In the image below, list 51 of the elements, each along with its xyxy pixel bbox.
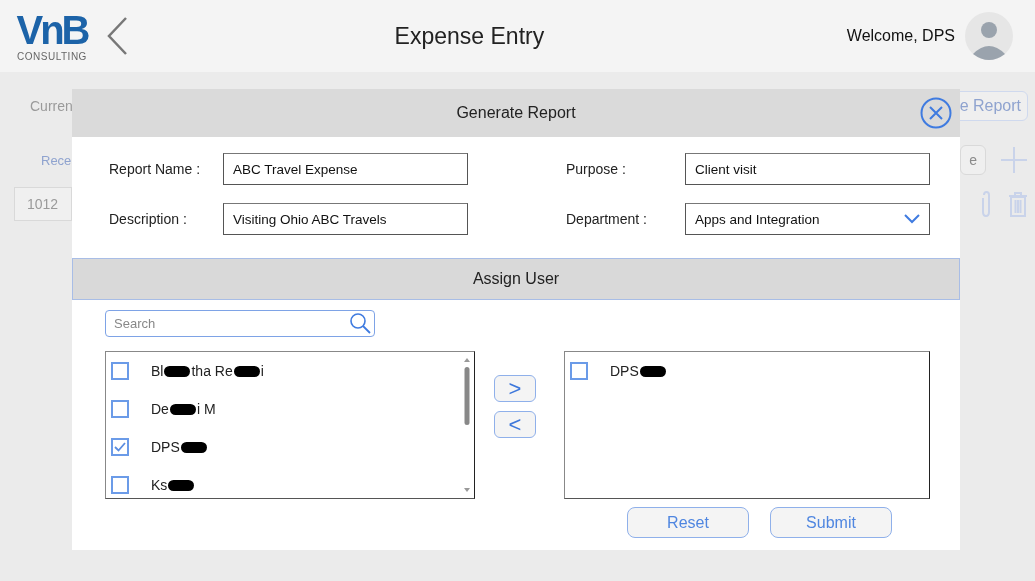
- back-icon[interactable]: [106, 16, 128, 56]
- redaction-mark: [233, 365, 260, 377]
- checkbox[interactable]: [111, 438, 129, 456]
- close-icon[interactable]: [920, 97, 952, 129]
- logo-subtitle: CONSULTING: [17, 51, 87, 62]
- move-button[interactable]: >: [494, 375, 536, 402]
- dropdown-value: Apps and Integration: [695, 211, 820, 227]
- dropdown[interactable]: Apps and Integration: [685, 203, 930, 235]
- page-title: Expense Entry: [393, 22, 546, 50]
- submit-button[interactable]: Submit: [770, 507, 892, 538]
- welcome-text: Welcome, DPS: [846, 27, 955, 45]
- dialog-title: Generate Report: [456, 104, 576, 122]
- field-label: Report Name :: [109, 161, 202, 177]
- checkbox[interactable]: [111, 400, 129, 418]
- field-label: Purpose :: [566, 161, 627, 177]
- redaction-mark: [180, 441, 207, 453]
- checkbox[interactable]: [111, 362, 129, 380]
- redaction-mark: [639, 365, 666, 377]
- avatar-icon: [965, 12, 1013, 60]
- field-label: Description :: [109, 211, 188, 227]
- logo-mark: VnB: [16, 10, 88, 50]
- text-field[interactable]: ABC Travel Expense: [223, 153, 468, 185]
- redaction-mark: [168, 479, 195, 491]
- name-fragment: DPS: [610, 363, 639, 379]
- text-field[interactable]: Visiting Ohio ABC Travels: [223, 203, 468, 235]
- search-field[interactable]: Search: [105, 310, 375, 337]
- checkbox[interactable]: [570, 362, 588, 380]
- name-fragment: Ks: [151, 477, 168, 493]
- search-icon[interactable]: [349, 312, 371, 334]
- input-field[interactable]: e: [960, 145, 986, 175]
- name-fragment: De: [151, 401, 169, 417]
- name-fragment: i: [260, 363, 264, 379]
- name-fragment: DPS: [151, 439, 180, 455]
- receipt-label: Rece: [41, 152, 72, 168]
- reset-button[interactable]: Reset: [627, 507, 749, 538]
- chevron-down-icon: [904, 214, 920, 224]
- name-fragment: i M: [196, 401, 216, 417]
- name-fragment: tha Re: [191, 363, 233, 379]
- move-button[interactable]: <: [494, 411, 536, 438]
- id-field[interactable]: 1012: [14, 187, 72, 221]
- user-list[interactable]: DPS: [564, 351, 930, 499]
- text-field[interactable]: Client visit: [685, 153, 930, 185]
- redaction-mark: [164, 365, 191, 377]
- section-title: Assign User: [72, 258, 960, 300]
- checkbox[interactable]: [111, 476, 129, 494]
- current-label: Curren: [30, 98, 73, 114]
- name-fragment: Bl: [151, 363, 164, 379]
- field-label: Department :: [566, 211, 648, 227]
- redaction-mark: [169, 403, 196, 415]
- check-icon: [114, 442, 126, 452]
- user-list[interactable]: Bl tha Re i De i M DPS Ks: [105, 351, 475, 499]
